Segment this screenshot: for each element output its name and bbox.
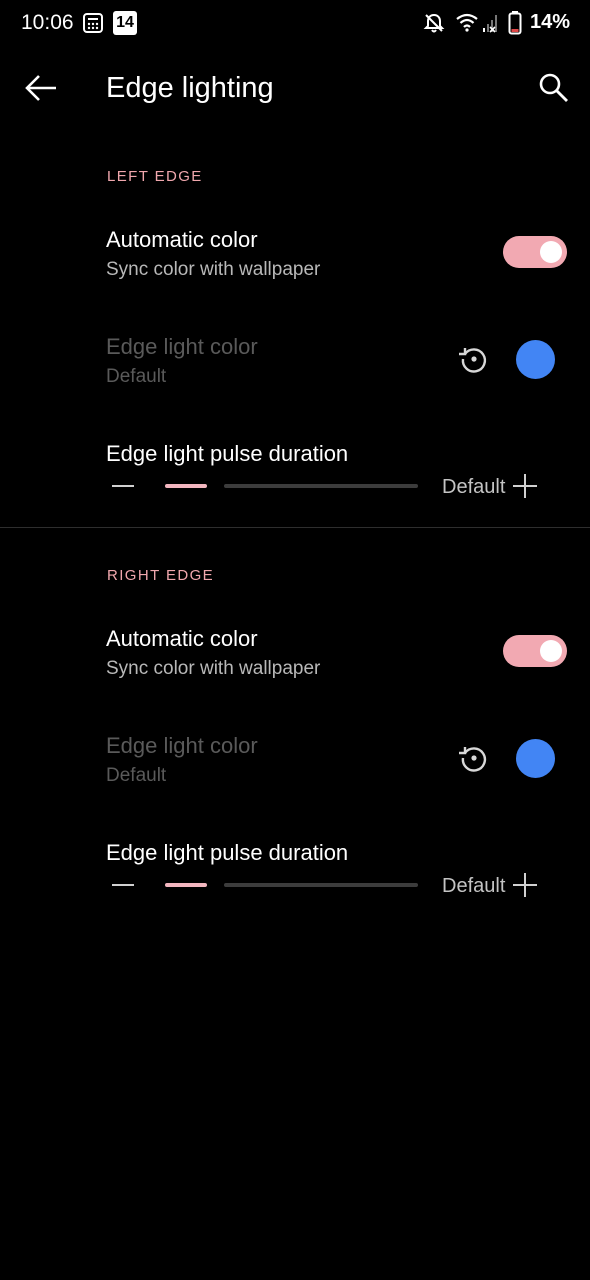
search-icon[interactable]: [536, 70, 572, 106]
right-pulse-slider-thumb[interactable]: [165, 883, 207, 887]
section-header-right-edge: RIGHT EDGE: [107, 567, 215, 584]
section-header-left-edge: LEFT EDGE: [107, 168, 203, 185]
page-title: Edge lighting: [106, 72, 274, 104]
reset-icon[interactable]: [457, 741, 491, 775]
battery-percent: 14%: [530, 11, 571, 33]
toggle-knob: [540, 640, 562, 662]
right-auto-color-subtitle: Sync color with wallpaper: [106, 658, 321, 679]
left-pulse-slider-thumb[interactable]: [165, 484, 207, 488]
left-edge-color-title: Edge light color: [106, 334, 258, 359]
right-pulse-value-label: Default: [442, 875, 506, 897]
right-pulse-increase-button[interactable]: [513, 873, 537, 897]
reset-icon[interactable]: [457, 342, 491, 376]
left-edge-color-swatch[interactable]: [516, 340, 555, 379]
left-pulse-increase-button[interactable]: [513, 474, 537, 498]
right-edge-color-subtitle: Default: [106, 765, 167, 786]
left-edge-color-subtitle: Default: [106, 366, 167, 387]
right-auto-color-toggle[interactable]: [503, 635, 567, 667]
calculator-icon: [83, 13, 103, 33]
left-pulse-slider-track[interactable]: [224, 484, 418, 488]
left-auto-color-subtitle: Sync color with wallpaper: [106, 259, 321, 280]
calendar-icon: 14: [113, 11, 137, 35]
right-pulse-title: Edge light pulse duration: [106, 840, 349, 865]
left-auto-color-title: Automatic color: [106, 227, 258, 252]
right-pulse-slider-track[interactable]: [224, 883, 418, 887]
battery-icon: [508, 11, 522, 35]
status-bar: 10:06 14 14%: [0, 0, 590, 46]
right-auto-color-title: Automatic color: [106, 626, 258, 651]
wifi-icon: [456, 13, 478, 32]
toggle-knob: [540, 241, 562, 263]
arrow-left-icon[interactable]: [22, 70, 62, 106]
signal-icon: [483, 15, 497, 33]
section-divider: [0, 527, 590, 528]
app-bar: Edge lighting: [0, 48, 590, 128]
left-pulse-value-label: Default: [442, 476, 506, 498]
left-auto-color-toggle[interactable]: [503, 236, 567, 268]
right-pulse-decrease-button[interactable]: [112, 875, 136, 895]
left-pulse-title: Edge light pulse duration: [106, 441, 349, 466]
right-edge-color-title: Edge light color: [106, 733, 258, 758]
left-pulse-decrease-button[interactable]: [112, 476, 136, 496]
status-time: 10:06: [21, 11, 74, 34]
bell-off-icon: [423, 13, 445, 33]
right-edge-color-swatch[interactable]: [516, 739, 555, 778]
calendar-badge: 14: [116, 14, 134, 31]
